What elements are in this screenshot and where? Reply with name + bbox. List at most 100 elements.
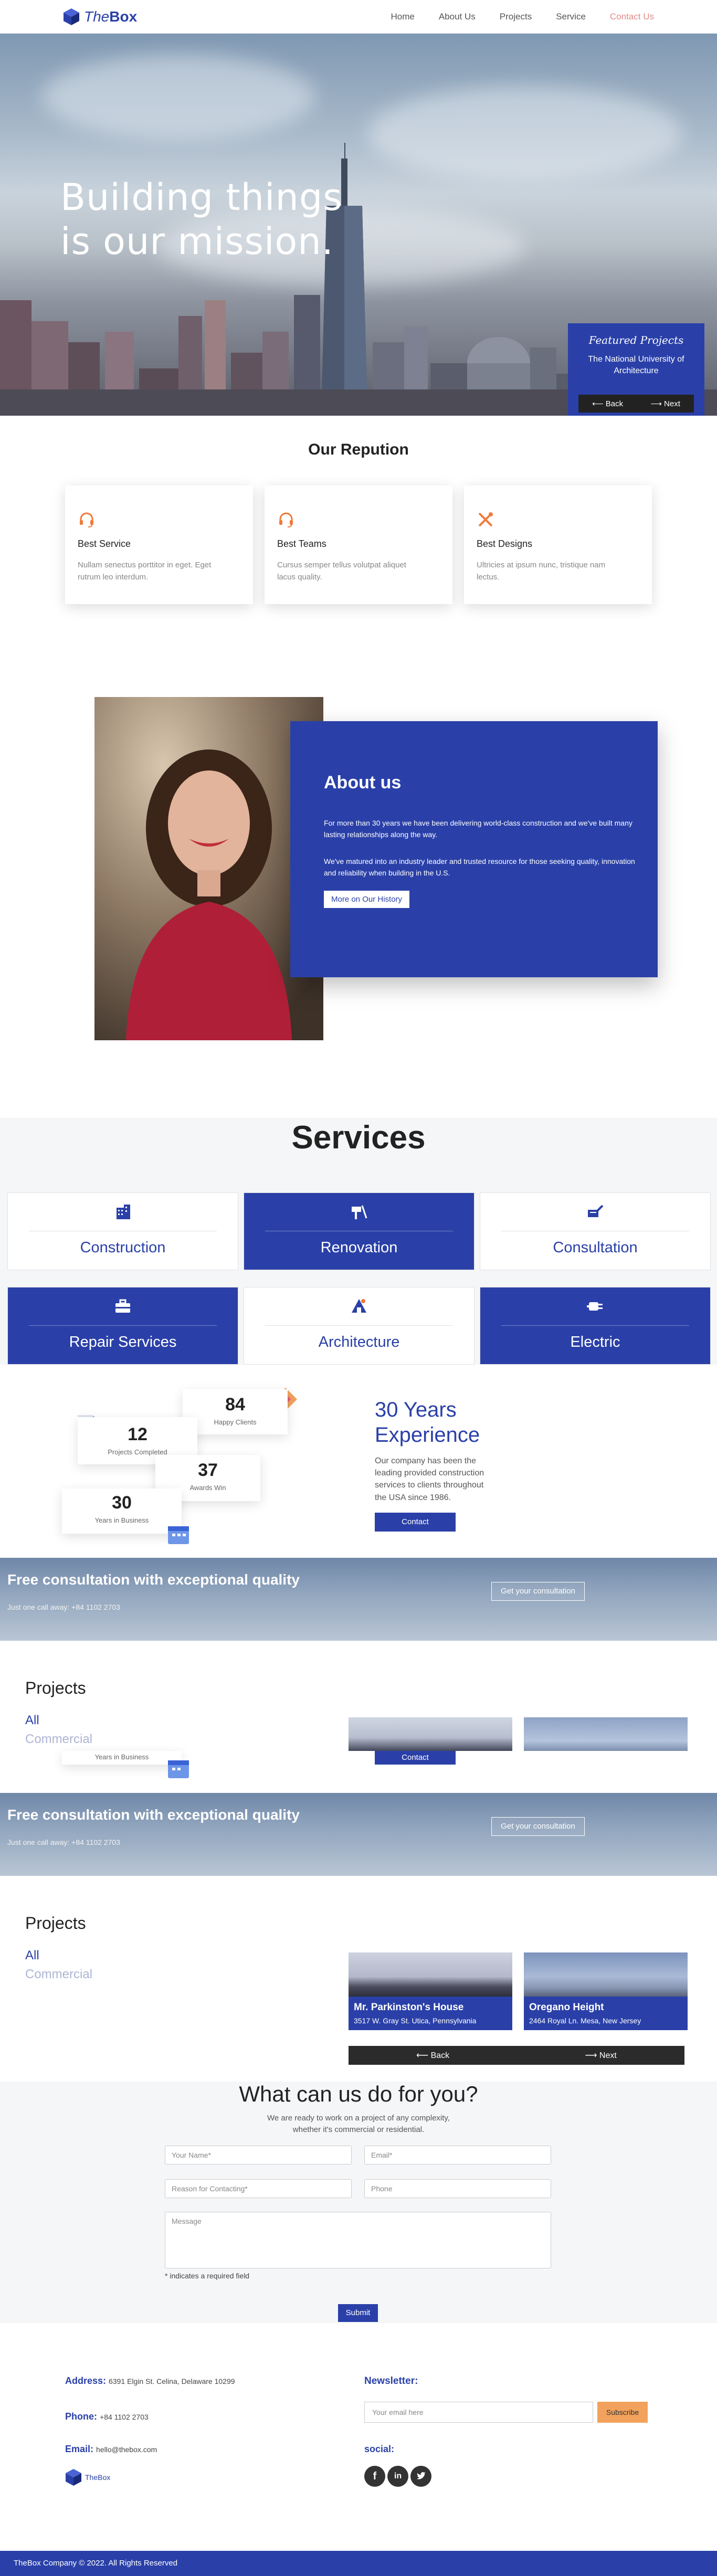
newsletter-email-input[interactable]: Your email here — [364, 2402, 593, 2423]
consultation-button[interactable]: Get your consultation — [491, 1582, 585, 1601]
slider-title: Featured Projects — [588, 334, 684, 346]
projects-back-button[interactable]: ⟵ Back — [416, 2050, 449, 2061]
facebook-icon[interactable]: f — [364, 2466, 385, 2487]
arrow-right-icon: ⟶ — [650, 399, 665, 408]
service-label: Construction — [80, 1239, 166, 1256]
service-repair[interactable]: Repair Services — [7, 1287, 238, 1365]
contact-button[interactable]: Contact — [375, 1751, 456, 1765]
renovation-tools-icon — [352, 1205, 367, 1219]
project-name: Mr. Parkinston's House — [354, 2002, 464, 2013]
consultation-icon — [588, 1205, 604, 1217]
filter-commercial[interactable]: Commercial — [25, 1967, 92, 1982]
hero-banner: Building things is our mission. Featured … — [0, 34, 717, 416]
services-title: Services — [291, 1120, 426, 1156]
projects-title: Projects — [25, 1914, 86, 1933]
contact-subtitle: We are ready to work on a project of any… — [0, 2113, 717, 2136]
cube-logo-icon — [64, 8, 79, 25]
slider-next-button[interactable]: ⟶ Next — [650, 399, 680, 408]
filter-all[interactable]: All — [25, 1948, 39, 1963]
phone-label: Phone: — [65, 2411, 97, 2422]
contact-button[interactable]: Contact — [375, 1513, 456, 1532]
woman-portrait-image — [94, 697, 323, 1040]
filter-commercial[interactable]: Commercial — [25, 1732, 92, 1747]
message-textarea[interactable]: Message — [165, 2212, 551, 2268]
projects-next-button[interactable]: ⟶ Next — [585, 2050, 617, 2061]
service-construction[interactable]: Construction — [7, 1192, 238, 1270]
banner-title: Free consultation with exceptional quali… — [7, 1571, 300, 1588]
nav-service[interactable]: Service — [556, 12, 586, 22]
projects-title: Projects — [25, 1678, 86, 1697]
twitter-bird-glyph — [417, 2472, 426, 2479]
arrow-left-icon: ⟵ — [416, 2051, 431, 2060]
main-menu: Home About Us Projects Service Contact U… — [391, 12, 655, 22]
phone-input[interactable]: Phone — [364, 2179, 551, 2198]
linkedin-icon[interactable]: in — [387, 2466, 408, 2487]
slider-back-label: Back — [605, 399, 624, 408]
headset-icon — [80, 512, 93, 527]
nav-about[interactable]: About Us — [439, 12, 476, 22]
reputation-title: Our Repution — [308, 441, 409, 458]
headset-icon — [279, 512, 293, 527]
experience-text: Our company has been the leading provide… — [375, 1456, 484, 1502]
twitter-icon[interactable] — [410, 2466, 431, 2487]
stat-number: 84 — [225, 1395, 245, 1414]
consultation-button[interactable]: Get your consultation — [491, 1817, 585, 1836]
reason-input[interactable]: Reason for Contacting* — [165, 2179, 352, 2198]
slider-subtitle: The National University of Architecture — [568, 354, 704, 377]
logo[interactable]: The Box — [63, 8, 137, 26]
project-card-caption[interactable]: Oregano Height 2464 Royal Ln. Mesa, New … — [524, 1997, 688, 2030]
email-value[interactable]: hello@thebox.com — [96, 2445, 157, 2454]
divider — [29, 1325, 217, 1326]
service-electric[interactable]: Electric — [480, 1287, 711, 1365]
stat-years: 30 Years in Business — [62, 1488, 182, 1534]
nav-contact[interactable]: Contact Us — [610, 12, 654, 22]
filter-all[interactable]: All — [25, 1713, 39, 1728]
phone-value[interactable]: +84 1102 2703 — [100, 2413, 149, 2421]
projects-slider-nav: ⟵ Back ⟶ Next — [349, 2046, 684, 2065]
footer-logo[interactable]: TheBox — [65, 2468, 110, 2487]
service-architecture[interactable]: Architecture — [244, 1287, 475, 1365]
toolbox-icon — [115, 1299, 130, 1313]
about-paragraph-1: For more than 30 years we have been deli… — [324, 819, 632, 839]
footer-address: Address: 6391 Elgin St. Celina, Delaware… — [65, 2376, 235, 2387]
page: The Box Home About Us Projects Service Co… — [0, 0, 717, 2576]
submit-button[interactable]: Submit — [338, 2304, 378, 2322]
nav-projects[interactable]: Projects — [500, 12, 532, 22]
newsletter-label: Newsletter: — [364, 2376, 418, 2387]
divider — [265, 1325, 453, 1326]
electric-plug-icon — [587, 1302, 603, 1311]
card-text: Cursus semper tellus volutpat aliquet la… — [277, 561, 406, 582]
design-tools-icon — [478, 512, 493, 527]
experience-heading: 30 Years Experience — [375, 1397, 480, 1448]
email-input[interactable]: Email* — [364, 2146, 551, 2165]
slider-back-button[interactable]: ⟵ Back — [592, 399, 623, 408]
projects-next-label: Next — [599, 2051, 617, 2060]
stat-happy-clients: 84 Happy Clients — [183, 1389, 288, 1434]
card-title: Best Designs — [477, 539, 533, 549]
reputation-card: Best Service Nullam senectus porttitor i… — [65, 485, 253, 604]
projects-back-label: Back — [430, 2051, 450, 2060]
about-paragraph-2: We've matured into an industry leader an… — [324, 857, 635, 878]
stat-years-glitch: Years in Business — [62, 1751, 182, 1765]
nav-home[interactable]: Home — [391, 12, 415, 22]
copyright-bar: TheBox Company © 2022. All Rights Reserv… — [0, 2551, 717, 2576]
banner-phone: Just one call away: +84 1102 2703 — [7, 1603, 120, 1611]
service-label: Repair Services — [69, 1334, 177, 1350]
top-navbar: The Box Home About Us Projects Service Co… — [0, 0, 717, 34]
project-card-caption[interactable]: Mr. Parkinston's House 3517 W. Gray St. … — [349, 1997, 512, 2030]
card-text: Nullam senectus porttitor in eget. Eget … — [78, 561, 212, 582]
project-address: 2464 Royal Ln. Mesa, New Jersey — [529, 2017, 641, 2025]
history-button[interactable]: More on Our History — [324, 890, 410, 908]
service-consultation[interactable]: Consultation — [480, 1192, 711, 1270]
service-renovation[interactable]: Renovation — [244, 1192, 475, 1270]
featured-project-card: Featured Projects The National Universit… — [568, 323, 704, 416]
building-icon — [117, 1205, 130, 1219]
divider — [501, 1325, 689, 1326]
consultation-banner: Free consultation with exceptional quali… — [0, 1793, 717, 1876]
subscribe-button[interactable]: Subscribe — [597, 2402, 648, 2423]
cube-logo-icon — [66, 2469, 81, 2486]
logo-box: Box — [109, 8, 138, 25]
card-title: Best Teams — [277, 539, 326, 549]
stat-label: Happy Clients — [214, 1418, 257, 1426]
name-input[interactable]: Your Name* — [165, 2146, 352, 2165]
